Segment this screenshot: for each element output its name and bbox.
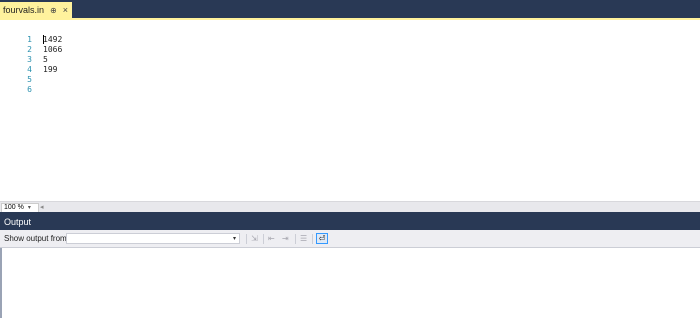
line-number: 6	[27, 85, 32, 94]
show-output-from-label: Show output from:	[4, 234, 69, 243]
text-editor[interactable]: 1 2 3 4 5 6 1492 1066 5 199	[0, 20, 700, 201]
line-number: 3	[27, 55, 32, 64]
code-line[interactable]	[43, 75, 62, 85]
tab-filename[interactable]: fourvals.in	[3, 5, 44, 15]
zoom-level-value: 100 %	[4, 204, 24, 211]
output-source-select[interactable]: ▾	[66, 233, 240, 244]
line-number: 2	[27, 45, 32, 54]
word-wrap-icon[interactable]: ⏎	[316, 233, 328, 244]
text-caret	[43, 35, 44, 44]
horizontal-scrollbar[interactable]: 100 % ▾ ◂	[0, 201, 700, 213]
document-tab[interactable]: fourvals.in ⊕ ×	[0, 2, 72, 18]
line-number: 1	[27, 35, 32, 44]
toolbar-separator	[246, 234, 247, 244]
code-line[interactable]: 199	[43, 65, 62, 75]
prev-message-icon[interactable]: ⇤	[268, 234, 275, 244]
document-tab-bar	[0, 0, 700, 18]
scroll-left-icon[interactable]: ◂	[40, 203, 44, 211]
toolbar-separator	[263, 234, 264, 244]
code-line[interactable]: 1492	[43, 35, 62, 45]
code-area[interactable]: 1492 1066 5 199	[43, 35, 62, 95]
toolbar-separator	[295, 234, 296, 244]
dropdown-icon: ▾	[27, 205, 31, 211]
find-message-icon[interactable]: ⇲	[251, 234, 258, 244]
pin-tab-icon[interactable]: ⊕	[50, 6, 57, 15]
output-left-border	[0, 248, 2, 318]
close-tab-icon[interactable]: ×	[63, 5, 68, 15]
output-panel-title: Output	[0, 215, 700, 230]
output-toolbar: Show output from: ▾ ⇲ ⇤ ⇥ ☰ ⏎	[0, 230, 700, 248]
output-text-area[interactable]	[0, 248, 700, 318]
code-line[interactable]	[43, 85, 62, 95]
clear-all-icon[interactable]: ☰	[300, 234, 307, 244]
line-number-gutter: 1 2 3 4 5 6	[0, 35, 36, 95]
dropdown-icon[interactable]: ▾	[233, 235, 236, 242]
line-number: 5	[27, 75, 32, 84]
toolbar-separator	[312, 234, 313, 244]
line-number: 4	[27, 65, 32, 74]
code-line[interactable]: 5	[43, 55, 62, 65]
next-message-icon[interactable]: ⇥	[282, 234, 289, 244]
code-line[interactable]: 1066	[43, 45, 62, 55]
